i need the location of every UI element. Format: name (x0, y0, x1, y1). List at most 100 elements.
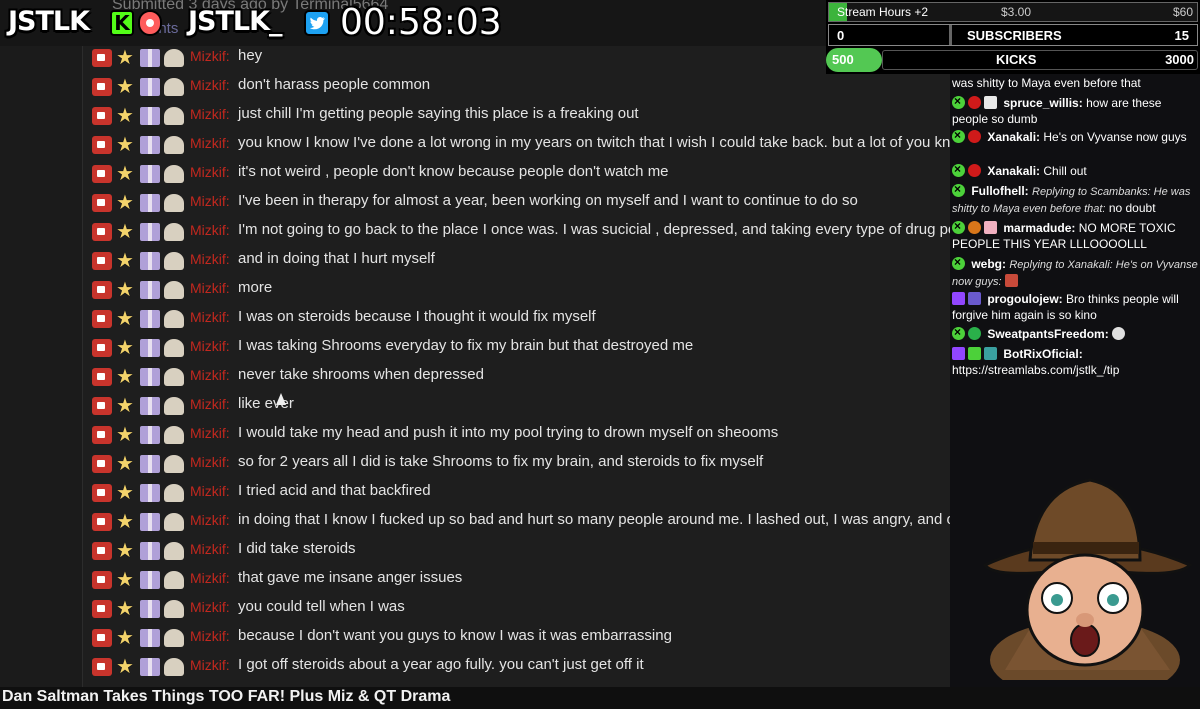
chat-username[interactable]: Mizkif: (190, 77, 230, 93)
chat-username[interactable]: Mizkif: (190, 338, 230, 354)
chat-username[interactable]: Mizkif: (190, 135, 230, 151)
crown-badge-icon (164, 368, 184, 386)
kicks-label: KICKS (996, 52, 1037, 67)
chat-username[interactable]: Xanakali: (987, 164, 1040, 178)
camera-badge-icon (92, 252, 112, 270)
chat-username[interactable]: marmadude: (1003, 221, 1075, 235)
chat-username[interactable]: Mizkif: (190, 193, 230, 209)
gift-badge-icon (140, 252, 160, 270)
chat-log-row: ★ Mizkif: and in doing that I hurt myself (90, 249, 950, 278)
camera-badge-icon (92, 542, 112, 560)
chat-username[interactable]: Fullofhell: (971, 184, 1028, 198)
goals-overlay: Stream Hours +2 $3.00 $60 0 SUBSCRIBERS … (826, 0, 1200, 74)
chat-username[interactable]: Mizkif: (190, 512, 230, 528)
star-badge-icon: ★ (116, 76, 134, 98)
chat-username[interactable]: Mizkif: (190, 657, 230, 673)
gift-badge-icon (140, 194, 160, 212)
chat-username[interactable]: Mizkif: (190, 280, 230, 296)
camera-badge-icon (92, 136, 112, 154)
chat-message-text: don't harass people common (238, 76, 431, 93)
chat-username[interactable]: Mizkif: (190, 251, 230, 267)
crown-badge-icon (164, 484, 184, 502)
gift-badge-icon (140, 49, 160, 67)
kick-badge-icon (952, 161, 965, 177)
chat-message-text: I got off steroids about a year ago full… (238, 656, 644, 673)
chat-line: was shitty to Maya even before that (952, 75, 1198, 91)
chat-log-row: ★ Mizkif: I was on steroids because I thou… (90, 307, 950, 336)
chat-username[interactable]: Mizkif: (190, 309, 230, 325)
chat-log-row: ★ Mizkif: I got off steroids about a year … (90, 655, 950, 684)
chat-username[interactable]: Mizkif: (190, 164, 230, 180)
gift-badge-icon (140, 107, 160, 125)
chat-username[interactable]: Mizkif: (190, 367, 230, 383)
chat-username[interactable]: BotRixOficial: (1003, 347, 1082, 361)
chat-message-text: I'm not going to go back to the place I … (238, 221, 950, 238)
gift-badge-icon (140, 78, 160, 96)
chat-username[interactable]: Mizkif: (190, 222, 230, 238)
chat-text: He's on Vyvanse now guys (1043, 130, 1187, 144)
star-badge-icon: ★ (116, 163, 134, 185)
chat-username[interactable]: progoulojew: (987, 292, 1062, 306)
chat-username[interactable]: Mizkif: (190, 396, 230, 412)
chat-username[interactable]: Mizkif: (190, 541, 230, 557)
stream-video[interactable]: Submitted 3 days ago by Terminal5664 ent… (0, 0, 950, 687)
chat-username[interactable]: Mizkif: (190, 483, 230, 499)
chat-username[interactable]: Mizkif: (190, 570, 230, 586)
chat-username[interactable]: spruce_willis: (1003, 96, 1082, 110)
chat-username[interactable]: Xanakali: (987, 130, 1040, 144)
crown-badge-icon (164, 339, 184, 357)
kick-badge-icon (952, 254, 965, 270)
tip-link[interactable]: https://streamlabs.com/jstlk_/tip (952, 363, 1119, 377)
gift-badge-icon (140, 571, 160, 589)
chat-log-row: ★ Mizkif: I tried acid and that backfired (90, 481, 950, 510)
crown-badge-icon (164, 455, 184, 473)
chat-log-row: ★ Mizkif: like ever (90, 394, 950, 423)
chat-message-text: I was on steroids because I thought it w… (238, 308, 596, 325)
camera-badge-icon (92, 78, 112, 96)
kicks-goal-value: 3000 (1165, 52, 1194, 67)
chat-username[interactable]: Mizkif: (190, 106, 230, 122)
mouse-cursor (276, 393, 286, 405)
crown-badge-icon (164, 78, 184, 96)
twitter-icon (304, 10, 330, 36)
chat-username[interactable]: Mizkif: (190, 628, 230, 644)
stream-hours-goal: Stream Hours +2 $3.00 $60 (828, 2, 1198, 22)
chat-message-text: that gave me insane anger issues (238, 569, 463, 586)
gift-badge-icon (140, 600, 160, 618)
chat-username[interactable]: Mizkif: (190, 454, 230, 470)
chat-text: Bro thinks people will forgive him again… (952, 292, 1179, 322)
chat-username[interactable]: Mizkif: (190, 425, 230, 441)
chat-message: progoulojew: Bro thinks people will forg… (952, 291, 1198, 323)
chat-message-text: I've been in therapy for almost a year, … (238, 192, 858, 209)
chat-message-text: just chill I'm getting people saying thi… (238, 105, 639, 122)
star-badge-icon: ★ (116, 366, 134, 388)
star-badge-icon: ★ (116, 279, 134, 301)
gift-badge-icon (140, 629, 160, 647)
chat-username[interactable]: webg: (971, 257, 1006, 271)
chat-username[interactable]: Mizkif: (190, 599, 230, 615)
chat-username[interactable]: SweatpantsFreedom: (987, 327, 1108, 341)
crown-badge-icon (164, 107, 184, 125)
star-badge-icon: ★ (116, 337, 134, 359)
video-title[interactable]: Dan Saltman Takes Things TOO FAR! Plus M… (2, 688, 450, 706)
camera-badge-icon (92, 571, 112, 589)
star-badge-icon: ★ (116, 250, 134, 272)
chat-log-row: ★ Mizkif: in doing that I know I fucked up… (90, 510, 950, 539)
crown-badge-icon (164, 252, 184, 270)
stream-hours-amount: $3.00 (1001, 5, 1032, 19)
chat-message: BotRixOficial: https://streamlabs.com/js… (952, 346, 1198, 378)
star-badge-icon: ★ (116, 511, 134, 533)
chat-log-row: ★ Mizkif: never take shrooms when depresse… (90, 365, 950, 394)
chat-username[interactable]: Mizkif: (190, 48, 230, 64)
chat-message-text: I would take my head and push it into my… (238, 424, 779, 441)
gift-badge-icon (984, 221, 997, 234)
chat-log-row: ★ Mizkif: I would take my head and push it… (90, 423, 950, 452)
chat-message-text: you could tell when I was (238, 598, 405, 615)
chat-message-text: I did take steroids (238, 540, 356, 557)
gift-badge-icon (140, 542, 160, 560)
subs-current: 0 (837, 28, 845, 43)
chat-message: Xanakali: He's on Vyvanse now guys (952, 127, 1198, 145)
stream-timer: 00:58:03 (340, 2, 502, 43)
twitch-badge-icon (952, 347, 965, 360)
gift-badge-icon (140, 339, 160, 357)
